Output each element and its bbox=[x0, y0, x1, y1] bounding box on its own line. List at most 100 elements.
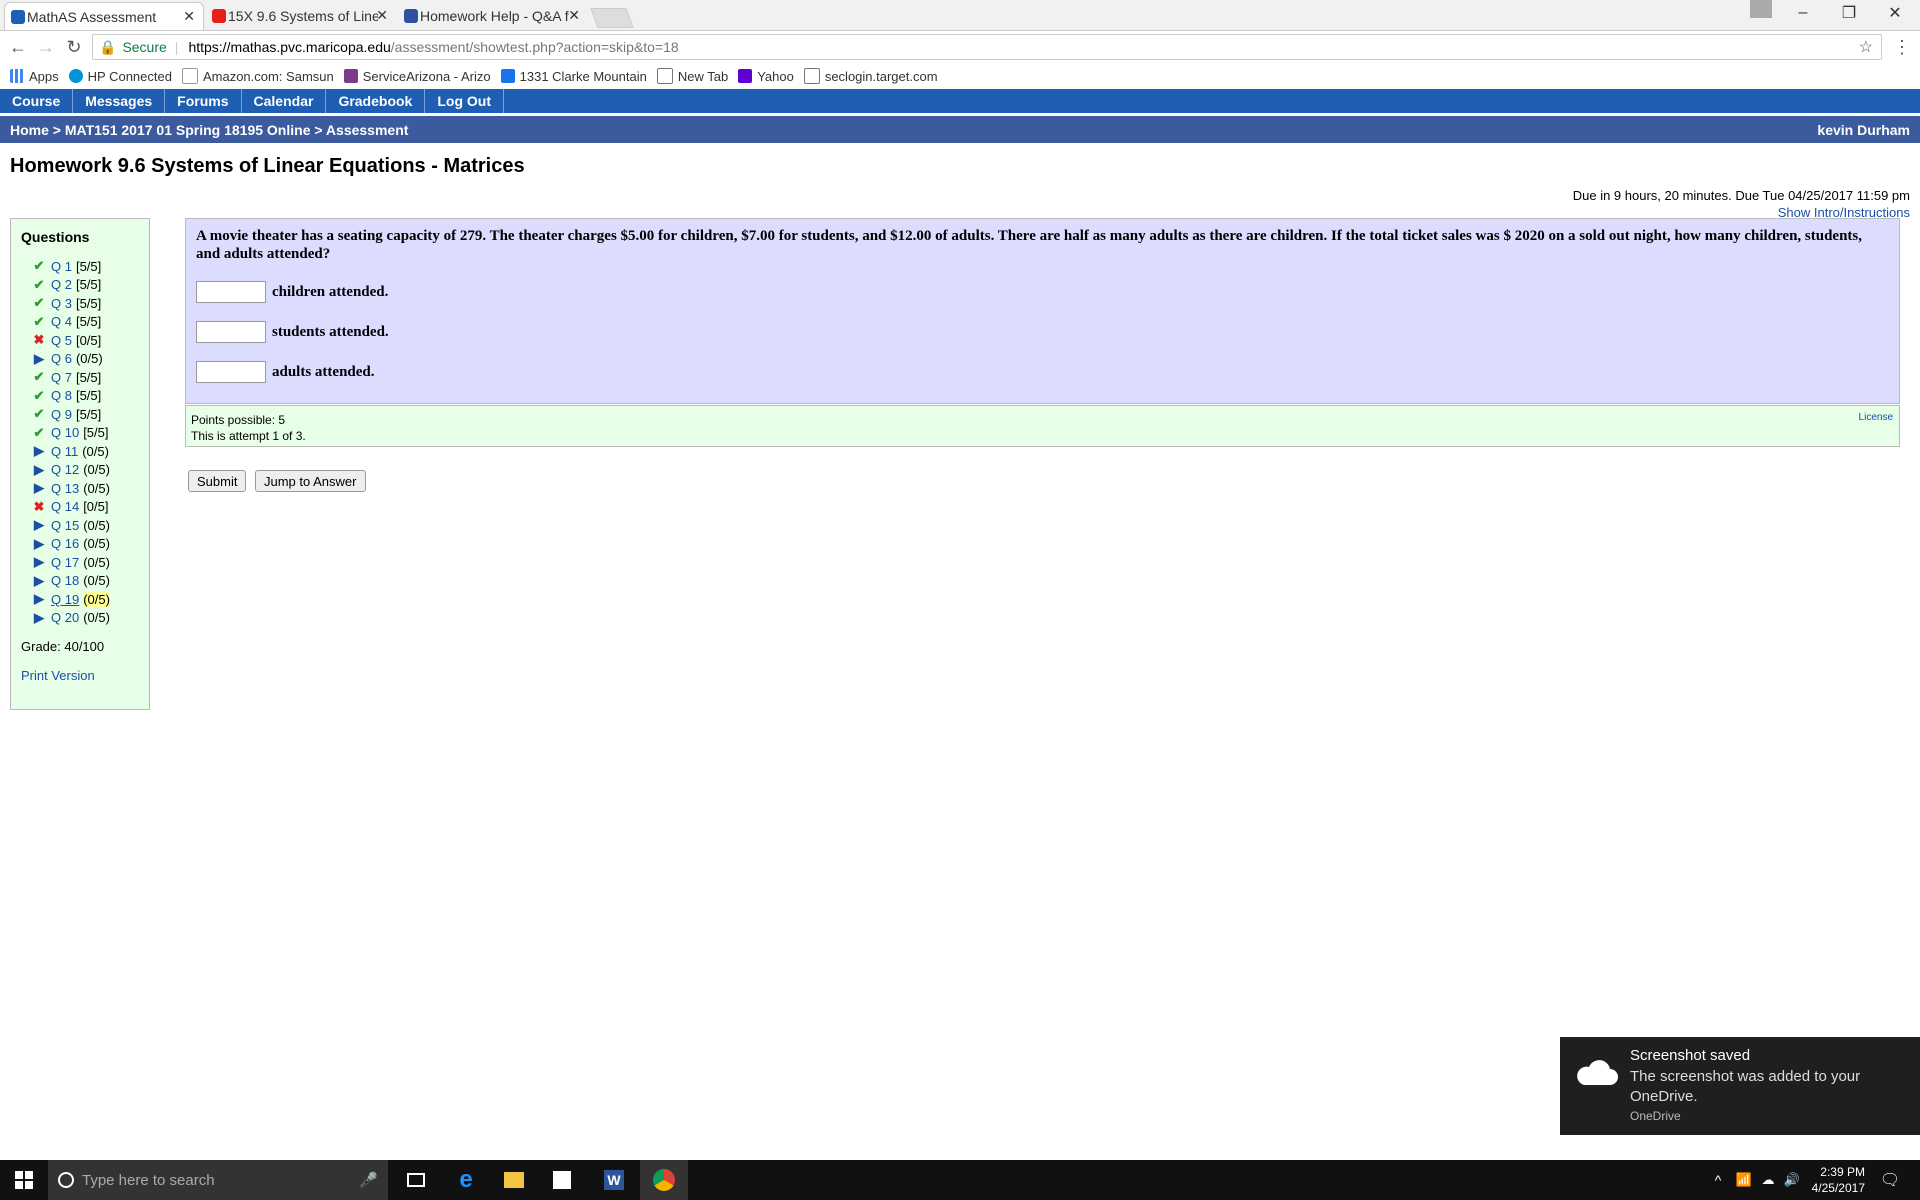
notification-toast[interactable]: Screenshot saved The screenshot was adde… bbox=[1560, 1037, 1920, 1135]
microphone-icon[interactable]: 🎤 bbox=[359, 1171, 378, 1189]
profile-icon[interactable] bbox=[1750, 0, 1772, 18]
play-icon: ▶ bbox=[34, 572, 44, 588]
windows-start-icon[interactable] bbox=[0, 1160, 48, 1200]
question-link[interactable]: Q 13 bbox=[51, 481, 79, 496]
points-possible: Points possible: 5 bbox=[191, 413, 286, 427]
question-link[interactable]: Q 5 bbox=[51, 333, 72, 348]
question-link[interactable]: Q 18 bbox=[51, 573, 79, 588]
question-link[interactable]: Q 12 bbox=[51, 462, 79, 477]
taskbar: Type here to search 🎤 e W ^ 📶 ☁ 🔊 2:39 P… bbox=[0, 1160, 1920, 1200]
url-bar[interactable]: 🔒 Secure | https://mathas.pvc.maricopa.e… bbox=[92, 34, 1882, 60]
toast-title: Screenshot saved bbox=[1630, 1047, 1751, 1064]
question-score: [5/5] bbox=[75, 369, 102, 385]
chrome-icon[interactable] bbox=[640, 1160, 688, 1200]
question-score: (0/5) bbox=[82, 443, 109, 459]
edge-icon[interactable]: e bbox=[442, 1160, 490, 1200]
tab-youtube-video[interactable]: 15X 9.6 Systems of Linear ✕ bbox=[206, 2, 396, 30]
volume-icon[interactable]: 🔊 bbox=[1768, 1160, 1816, 1200]
question-link[interactable]: Q 9 bbox=[51, 407, 72, 422]
tab-mathas-assessment[interactable]: MathAS Assessment ✕ bbox=[4, 2, 204, 30]
secure-label: Secure bbox=[122, 39, 167, 55]
back-icon[interactable]: ← bbox=[6, 35, 30, 59]
question-link[interactable]: Q 7 bbox=[51, 370, 72, 385]
taskbar-search[interactable]: Type here to search 🎤 bbox=[48, 1160, 388, 1200]
bookmark-new-tab[interactable]: New Tab bbox=[656, 68, 728, 84]
question-link[interactable]: Q 4 bbox=[51, 314, 72, 329]
question-item: ▶ Q 13 (0/5) bbox=[21, 479, 139, 498]
submit-button[interactable]: Submit bbox=[188, 470, 247, 492]
breadcrumb-text[interactable]: Home > MAT151 2017 01 Spring 18195 Onlin… bbox=[10, 122, 408, 138]
bookmark-amazon[interactable]: Amazon.com: Samsun bbox=[181, 68, 334, 84]
x-icon: ✖ bbox=[33, 332, 45, 348]
minimize-icon[interactable]: – bbox=[1780, 0, 1826, 26]
bookmark-target[interactable]: seclogin.target.com bbox=[803, 68, 938, 84]
file-explorer-icon[interactable] bbox=[490, 1160, 538, 1200]
bookmark-clarke-mountain[interactable]: 1331 Clarke Mountain bbox=[500, 68, 647, 84]
question-link[interactable]: Q 2 bbox=[51, 277, 72, 292]
nav-messages[interactable]: Messages bbox=[73, 89, 166, 113]
question-link[interactable]: Q 19 bbox=[51, 592, 79, 607]
nav-logout[interactable]: Log Out bbox=[425, 89, 504, 113]
question-score: [5/5] bbox=[75, 295, 102, 311]
close-window-icon[interactable]: ✕ bbox=[1872, 0, 1918, 26]
tab-homework-help[interactable]: Homework Help - Q&A f ✕ bbox=[398, 2, 588, 30]
adults-input[interactable] bbox=[196, 361, 266, 383]
children-input[interactable] bbox=[196, 281, 266, 303]
bookmark-hp-connected[interactable]: HP Connected bbox=[68, 69, 172, 84]
store-icon[interactable] bbox=[538, 1160, 586, 1200]
x-icon: ✖ bbox=[33, 498, 45, 514]
bookmark-yahoo[interactable]: Yahoo bbox=[738, 69, 794, 84]
bookmark-star-icon[interactable]: ☆ bbox=[1859, 37, 1873, 57]
bookmark-label: Amazon.com: Samsun bbox=[202, 68, 334, 84]
checkmark-icon: ✔ bbox=[33, 313, 45, 329]
license-link[interactable]: License bbox=[1859, 410, 1893, 426]
question-link[interactable]: Q 3 bbox=[51, 296, 72, 311]
task-view-icon[interactable] bbox=[392, 1160, 440, 1200]
question-link[interactable]: Q 15 bbox=[51, 518, 79, 533]
new-tab-button[interactable] bbox=[590, 8, 634, 28]
question-item: ✔ Q 2 [5/5] bbox=[21, 276, 139, 295]
question-link[interactable]: Q 1 bbox=[51, 259, 72, 274]
menu-icon[interactable]: ⋮ bbox=[1890, 35, 1914, 59]
bookmark-label: ServiceArizona - Arizo bbox=[362, 68, 491, 84]
question-link[interactable]: Q 8 bbox=[51, 388, 72, 403]
action-center-icon[interactable]: 🗨 bbox=[1866, 1160, 1914, 1200]
word-icon[interactable]: W bbox=[590, 1160, 638, 1200]
close-icon[interactable]: ✕ bbox=[183, 8, 195, 25]
question-item: ▶ Q 6 (0/5) bbox=[21, 350, 139, 369]
question-link[interactable]: Q 11 bbox=[51, 444, 78, 459]
bookmark-apps[interactable]: Apps bbox=[10, 69, 59, 84]
question-score: [5/5] bbox=[83, 425, 109, 441]
question-link[interactable]: Q 17 bbox=[51, 555, 79, 570]
print-version-link[interactable]: Print Version bbox=[21, 668, 139, 683]
clock[interactable]: 2:39 PM 4/25/2017 bbox=[1812, 1164, 1865, 1196]
close-icon[interactable]: ✕ bbox=[568, 7, 580, 24]
bookmark-label: 1331 Clarke Mountain bbox=[519, 68, 647, 84]
bookmark-servicearizona[interactable]: ServiceArizona - Arizo bbox=[343, 68, 491, 84]
reload-icon[interactable]: ↻ bbox=[62, 35, 86, 59]
nav-forums[interactable]: Forums bbox=[165, 89, 242, 113]
question-link[interactable]: Q 20 bbox=[51, 610, 79, 625]
question-link[interactable]: Q 16 bbox=[51, 536, 79, 551]
question-item: ✔ Q 8 [5/5] bbox=[21, 387, 139, 406]
question-link[interactable]: Q 6 bbox=[51, 351, 72, 366]
forward-icon[interactable]: → bbox=[34, 35, 58, 59]
question-link[interactable]: Q 14 bbox=[51, 499, 79, 514]
close-icon[interactable]: ✕ bbox=[376, 7, 388, 24]
jump-to-answer-button[interactable]: Jump to Answer bbox=[255, 470, 366, 492]
question-item: ✔ Q 7 [5/5] bbox=[21, 368, 139, 387]
play-icon: ▶ bbox=[34, 517, 44, 533]
question-item: ✖ Q 5 [0/5] bbox=[21, 331, 139, 350]
question-link[interactable]: Q 10 bbox=[51, 425, 79, 440]
url-text: https://mathas.pvc.maricopa.edu/assessme… bbox=[188, 39, 678, 55]
nav-course[interactable]: Course bbox=[0, 89, 74, 113]
students-input[interactable] bbox=[196, 321, 266, 343]
answer-label: students attended. bbox=[272, 323, 389, 340]
restore-icon[interactable]: ❐ bbox=[1826, 0, 1872, 26]
points-box: Points possible: 5 This is attempt 1 of … bbox=[185, 405, 1900, 447]
nav-calendar[interactable]: Calendar bbox=[242, 89, 327, 113]
play-icon: ▶ bbox=[34, 591, 44, 607]
nav-gradebook[interactable]: Gradebook bbox=[326, 89, 426, 113]
play-icon: ▶ bbox=[34, 350, 44, 366]
question-score: [5/5] bbox=[75, 406, 102, 422]
